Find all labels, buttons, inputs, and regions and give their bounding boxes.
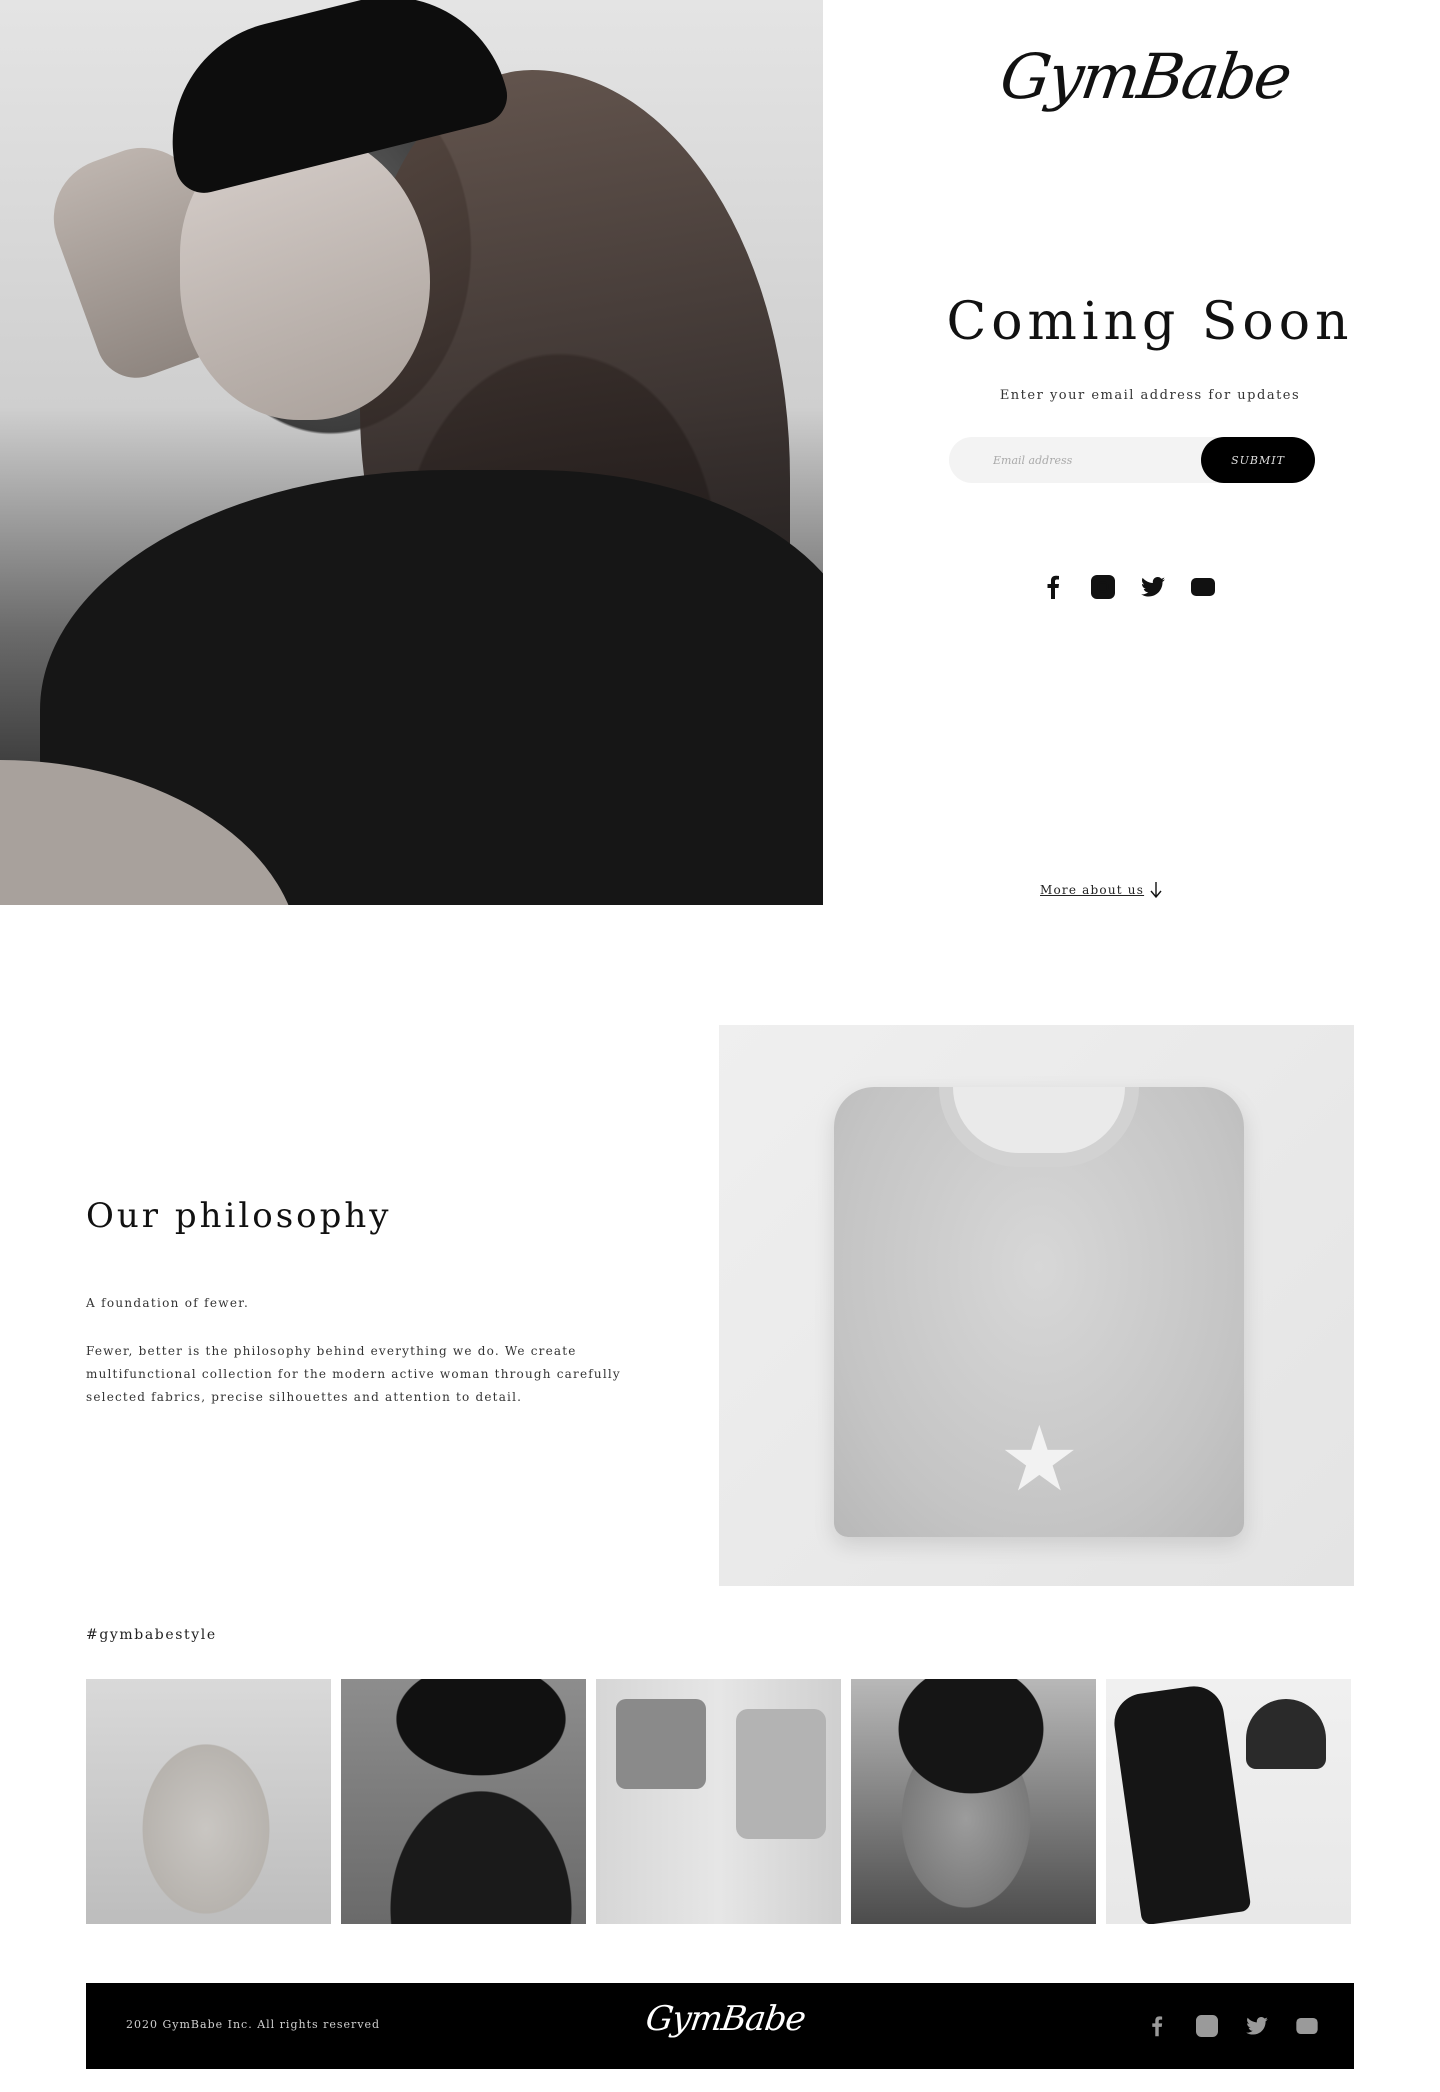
brand-logo[interactable]: GymBabe <box>994 40 1295 130</box>
gallery-image-5[interactable] <box>1106 1679 1351 1924</box>
facebook-icon[interactable] <box>1040 574 1066 600</box>
hero-image <box>0 0 823 905</box>
instagram-icon[interactable] <box>1194 2013 1220 2039</box>
gallery-image-2[interactable] <box>341 1679 586 1924</box>
twitter-icon[interactable] <box>1140 574 1166 600</box>
hero-social-links <box>1040 572 1220 602</box>
footer-social-links <box>1144 2013 1324 2039</box>
coming-soon-title: Coming Soon <box>946 292 1354 352</box>
email-signup-form: SUBMIT <box>949 437 1315 483</box>
gallery-image-1[interactable] <box>86 1679 331 1924</box>
coming-soon-subtitle: Enter your email address for updates <box>999 388 1301 403</box>
youtube-icon[interactable] <box>1294 2013 1320 2039</box>
more-about-us-link[interactable]: More about us <box>1040 882 1240 898</box>
gallery-image-4[interactable] <box>851 1679 1096 1924</box>
footer-logo[interactable]: GymBabe <box>643 1999 807 2039</box>
star-icon: ★ <box>999 1407 1080 1512</box>
twitter-icon[interactable] <box>1244 2013 1270 2039</box>
sweater-image: ★ <box>719 1025 1354 1586</box>
hashtag-label[interactable]: #gymbabestyle <box>86 1627 386 1643</box>
philosophy-tagline: A foundation of fewer. <box>86 1296 250 1310</box>
submit-button[interactable]: SUBMIT <box>1201 437 1315 483</box>
philosophy-body: Fewer, better is the philosophy behind e… <box>86 1344 621 1404</box>
instagram-gallery <box>86 1679 1354 1924</box>
arrow-down-icon <box>1150 882 1162 898</box>
facebook-icon[interactable] <box>1144 2013 1170 2039</box>
footer: 2020 GymBabe Inc. All rights reserved Gy… <box>86 1983 1354 2069</box>
more-about-us-label: More about us <box>1040 883 1145 897</box>
youtube-icon[interactable] <box>1190 574 1216 600</box>
footer-copyright: 2020 GymBabe Inc. All rights reserved <box>126 2018 381 2031</box>
gallery-image-3[interactable] <box>596 1679 841 1924</box>
instagram-icon[interactable] <box>1090 574 1116 600</box>
philosophy-title: Our philosophy <box>86 1196 392 1236</box>
